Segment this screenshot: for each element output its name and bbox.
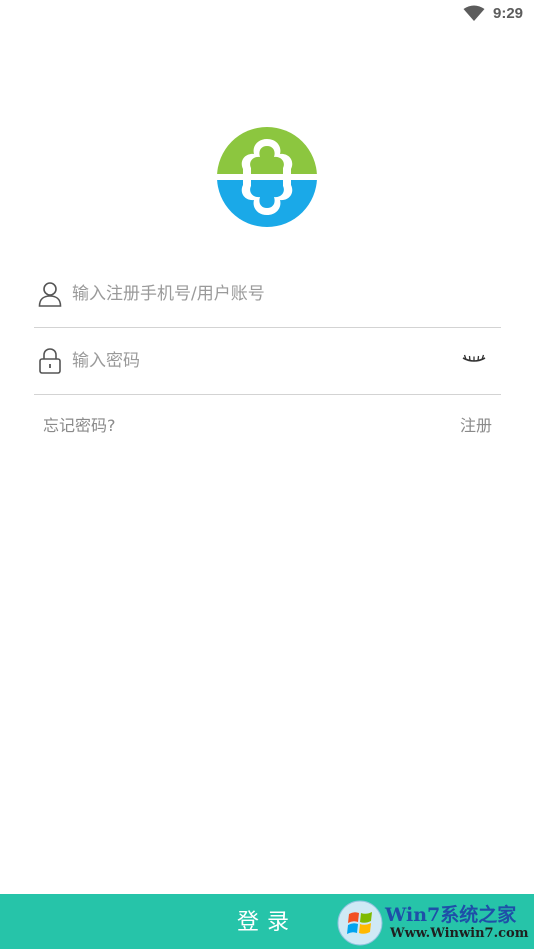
windows-orb-logo — [337, 900, 383, 946]
account-field-row — [34, 261, 501, 328]
status-time: 9:29 — [493, 5, 524, 22]
eye-closed-icon[interactable] — [461, 354, 487, 366]
login-screen: 9:29 输入注册手机号/用户账号 忘记密码? 注册 登录 Win7系统之家 W… — [0, 0, 534, 949]
user-icon — [38, 282, 62, 307]
watermark: Win7系统之家 Www.Winwin7.com — [335, 898, 534, 949]
password-input[interactable] — [72, 346, 452, 376]
auth-links-row: 忘记密码? 注册 — [43, 412, 492, 436]
register-link[interactable]: 注册 — [460, 412, 492, 436]
account-input[interactable] — [72, 279, 452, 309]
forgot-password-link[interactable]: 忘记密码? — [43, 412, 116, 436]
watermark-title: Win7系统之家 — [385, 904, 517, 926]
password-field-row — [34, 328, 501, 395]
status-bar: 9:29 — [0, 0, 534, 28]
watermark-url: Www.Winwin7.com — [390, 926, 529, 941]
lock-icon — [39, 348, 61, 374]
wifi-icon — [463, 5, 485, 21]
app-logo — [217, 127, 317, 227]
